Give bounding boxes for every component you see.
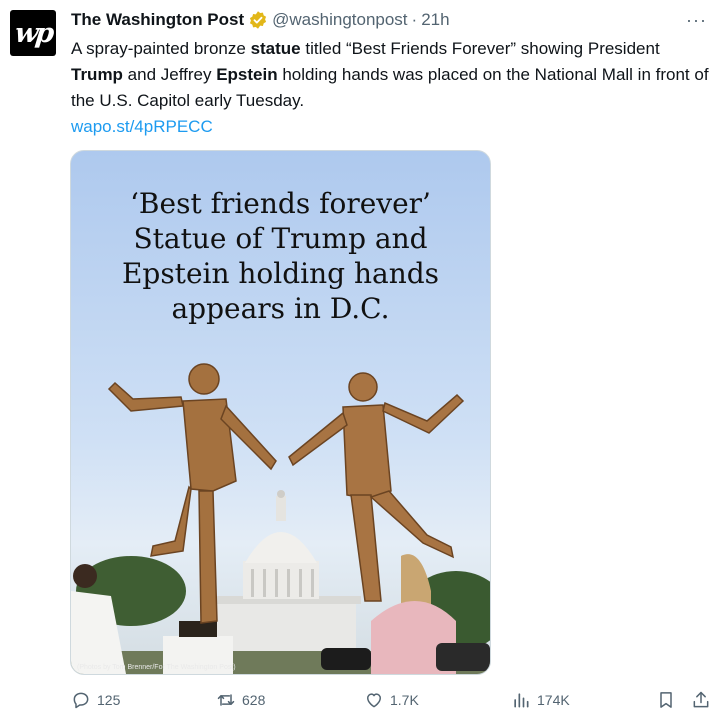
parked-car [436, 643, 490, 671]
repost-icon [217, 694, 235, 706]
view-count: 174K [537, 692, 570, 708]
verified-badge-icon[interactable] [248, 10, 268, 30]
like-button[interactable]: 1.7K [364, 690, 419, 710]
share-button[interactable] [691, 690, 711, 710]
more-options-icon[interactable]: ··· [686, 10, 707, 31]
heart-icon [367, 693, 381, 708]
tweet-text-fragment: titled “Best Friends Forever” showing Pr… [300, 39, 660, 58]
parked-car [321, 648, 371, 670]
tweet-highlight: statue [250, 39, 301, 58]
tweet-timestamp[interactable]: 21h [421, 10, 449, 30]
tweet-actions: 125 628 1.7K 174K [71, 690, 711, 716]
tweet-text-fragment: and Jeffrey [122, 65, 217, 84]
image-headline: ‘Best friends forever’ Statue of Trump a… [71, 186, 490, 326]
bookmark-button[interactable] [656, 690, 676, 710]
tweet-body: A spray-painted bronze statue titled “Be… [71, 39, 709, 110]
headline-line: ‘Best friends forever’ [130, 187, 431, 220]
photo-credit: (Photos by Tom Brenner/For The Washingto… [77, 664, 236, 671]
reply-button[interactable]: 125 [71, 690, 120, 710]
bookmark-icon [660, 692, 672, 708]
author-handle[interactable]: @washingtonpost [272, 10, 407, 30]
views-chart-icon [514, 693, 529, 708]
tweet-text-fragment: A spray-painted bronze [71, 39, 251, 58]
tweet-highlight: Trump [71, 65, 123, 84]
headline-line: Statue of Trump and [133, 222, 428, 255]
reply-count: 125 [97, 692, 121, 708]
headline-line: Epstein holding hands [121, 257, 440, 290]
share-icon [693, 691, 709, 708]
tweet-text: A spray-painted bronze statue titled “Be… [71, 36, 711, 140]
avatar-logo-text: wp [13, 17, 53, 49]
avatar[interactable]: wp [10, 10, 56, 56]
author-name[interactable]: The Washington Post [71, 10, 244, 30]
tweet-image[interactable]: ‘Best friends forever’ Statue of Trump a… [70, 150, 491, 675]
like-count: 1.7K [390, 692, 419, 708]
views-button[interactable]: 174K [511, 690, 570, 710]
repost-button[interactable]: 628 [216, 690, 265, 710]
statue-plaque [179, 621, 217, 637]
tweet-header: The Washington Post @washingtonpost · 21… [71, 8, 715, 32]
capitol-building [201, 490, 361, 661]
repost-count: 628 [242, 692, 266, 708]
separator-dot: · [411, 10, 418, 29]
headline-line: appears in D.C. [171, 292, 390, 325]
reply-icon [73, 692, 89, 709]
tweet-link[interactable]: wapo.st/4pRPECC [71, 117, 213, 136]
tweet-highlight: Epstein [216, 65, 278, 84]
